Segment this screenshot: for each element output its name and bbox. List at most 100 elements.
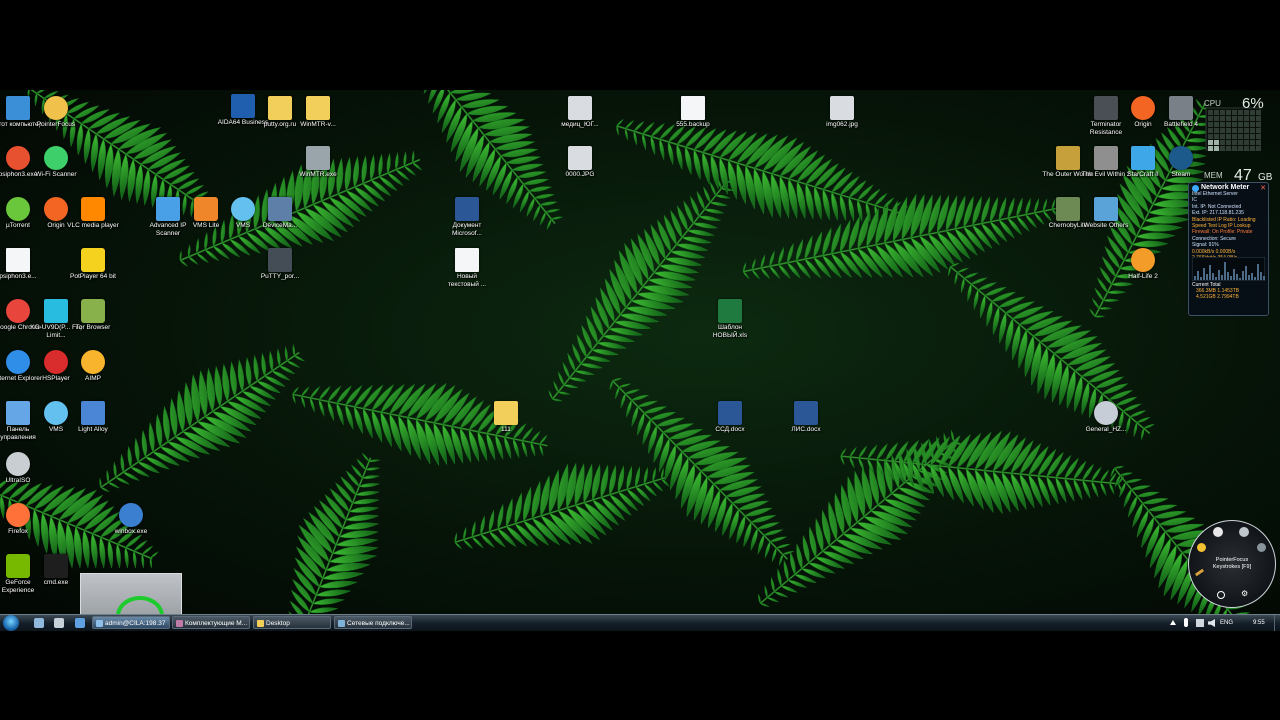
desktop-icon[interactable]: psiphon3.e... <box>0 248 44 281</box>
desktop-icon-label: WinMTR-v... <box>300 121 336 128</box>
gadget-button[interactable] <box>1197 543 1206 552</box>
taskbar-app-icon <box>96 620 103 627</box>
network-icon <box>1192 185 1199 192</box>
desktop-icon-label: 111 <box>501 426 511 433</box>
desktop-icon[interactable]: UltraISO <box>0 452 44 485</box>
search-icon[interactable] <box>1217 591 1225 599</box>
desktop-icon-label: ЛИС.docx <box>791 426 821 433</box>
totals-row-2: 4.521GB 2.7994TB <box>1196 294 1239 300</box>
desktop-icon-label: winbox.exe <box>114 528 148 535</box>
folder-icon <box>494 401 518 425</box>
taskbar: admin@CILA:198.37 Комплектующие М... Deskt… <box>0 614 1280 631</box>
taskbar-button[interactable]: Комплектующие М... <box>172 616 250 629</box>
gear-icon[interactable]: ⚙ <box>1241 589 1248 598</box>
desktop-icon[interactable]: winbox.exe <box>105 503 157 536</box>
desktop-icon[interactable]: Light Alloy <box>67 401 119 434</box>
vms-icon <box>231 197 255 221</box>
cpu-meter-gadget[interactable]: CPU 6% MEM 47 GB <box>1200 94 1273 184</box>
control-panel-icon <box>6 401 30 425</box>
mem-value: 47 <box>1234 167 1252 180</box>
desktop-icon-label: Website Others <box>1083 222 1129 229</box>
desktop-icon[interactable]: ЛИС.docx <box>780 401 832 434</box>
pointerfocus-icon <box>44 96 68 120</box>
show-desktop-icon[interactable] <box>34 618 44 628</box>
network-meter-title: Network Meter <box>1201 184 1250 191</box>
computer-icon <box>6 96 30 120</box>
taskbar-button[interactable]: admin@CILA:198.37 <box>92 616 170 629</box>
starcraft-icon <box>1131 146 1155 170</box>
word-doc-icon <box>718 401 742 425</box>
firefox-icon <box>6 503 30 527</box>
origin-icon <box>1131 96 1155 120</box>
gadget-button[interactable] <box>1239 527 1249 537</box>
desktop-icon[interactable]: Новый текстовый ... <box>441 248 493 288</box>
desktop-icon[interactable]: DeviceMa... <box>254 197 306 230</box>
desktop-icon-label: PotPlayer 64 bit <box>70 273 116 280</box>
desktop-icon-label: UltraISO <box>5 477 31 484</box>
close-icon[interactable]: ✕ <box>1260 184 1266 192</box>
desktop-icon-label: Wi-Fi Scanner <box>35 171 77 178</box>
folder-icon <box>306 96 330 120</box>
mem-unit: GB <box>1258 172 1272 180</box>
text-file-icon <box>455 248 479 272</box>
kg-uv9d-icon <box>44 299 68 323</box>
desktop-icon[interactable]: 0000.JPG <box>554 146 606 179</box>
putty-icon <box>268 248 292 272</box>
website-icon <box>1094 197 1118 221</box>
file-icon <box>681 96 705 120</box>
keystrokes-label: Keystrokes [F9] <box>1212 563 1252 570</box>
desktop-icon[interactable]: AIMP <box>67 350 119 383</box>
desktop-icon[interactable]: PotPlayer 64 bit <box>67 248 119 281</box>
desktop-icon[interactable]: Документ Microsof... <box>441 197 493 237</box>
network-tray-icon[interactable] <box>1196 619 1204 627</box>
gadget-button[interactable] <box>1213 527 1223 537</box>
cmd-icon <box>44 554 68 578</box>
microphone-icon[interactable] <box>1184 618 1188 627</box>
desktop-icon[interactable]: 111 <box>480 401 532 434</box>
disc-icon <box>1094 401 1118 425</box>
desktop-icon[interactable]: Шаблон НОВЫЙ.xls <box>704 299 756 339</box>
volume-icon[interactable] <box>1208 619 1215 627</box>
desktop-icon[interactable]: Firefox <box>0 503 44 536</box>
switch-windows-icon[interactable] <box>75 618 85 628</box>
chernobylite-icon <box>1056 197 1080 221</box>
utorrent-icon <box>6 197 30 221</box>
explorer-icon[interactable] <box>54 618 64 628</box>
desktop-icon[interactable]: Half-Life 2 <box>1117 248 1169 281</box>
taskbar-button[interactable]: Сетевые подключе... <box>334 616 412 629</box>
desktop-icon[interactable]: PuTTY_por... <box>254 248 306 281</box>
desktop-icon[interactable]: PointerFocus <box>30 96 82 129</box>
network-meter-gadget[interactable]: ✕ Network Meter Intel Ethernet Server IC I… <box>1188 182 1269 316</box>
desktop-icon[interactable]: Wi-Fi Scanner <box>30 146 82 179</box>
desktop-icon[interactable]: General_HZ... <box>1080 401 1132 434</box>
wifi-scanner-icon <box>44 146 68 170</box>
desktop-icon-label: PointerFocus <box>36 121 76 128</box>
language-indicator[interactable]: ENG <box>1220 615 1233 631</box>
advanced-ip-scanner-icon <box>156 197 180 221</box>
desktop-icon[interactable]: Website Others <box>1080 197 1132 230</box>
desktop-icon[interactable]: медиц_ЮГ... <box>554 96 606 129</box>
winmtr-icon <box>306 146 330 170</box>
desktop-icon[interactable]: img062.jpg <box>816 96 868 129</box>
pointerfocus-gadget[interactable]: ⚙ PointerFocus Keystrokes [F9] <box>1188 520 1276 608</box>
desktop-icon[interactable]: WinMTR-v... <box>292 96 344 129</box>
show-desktop-button[interactable] <box>1274 615 1280 631</box>
taskbar-button[interactable]: Desktop <box>253 616 331 629</box>
gadget-button[interactable] <box>1257 543 1266 552</box>
vlc-icon <box>81 197 105 221</box>
image-file-icon <box>568 146 592 170</box>
clock[interactable]: 9:55 <box>1253 615 1265 631</box>
desktop-icon[interactable]: cmd.exe <box>30 554 82 587</box>
tray-arrow-icon[interactable] <box>1170 620 1176 625</box>
taskbar-app-icon <box>257 620 264 627</box>
desktop-icon[interactable]: 555.backup <box>667 96 719 129</box>
vms-icon <box>44 401 68 425</box>
image-file-icon <box>568 96 592 120</box>
image-file-icon <box>830 96 854 120</box>
desktop-icon[interactable]: WinMTR.exe <box>292 146 344 179</box>
start-button[interactable] <box>3 615 19 631</box>
excel-file-icon <box>718 299 742 323</box>
desktop-icon[interactable]: Tor Browser <box>67 299 119 332</box>
desktop-icon[interactable]: VLC media player <box>67 197 119 230</box>
desktop-icon[interactable]: ССД.docx <box>704 401 756 434</box>
